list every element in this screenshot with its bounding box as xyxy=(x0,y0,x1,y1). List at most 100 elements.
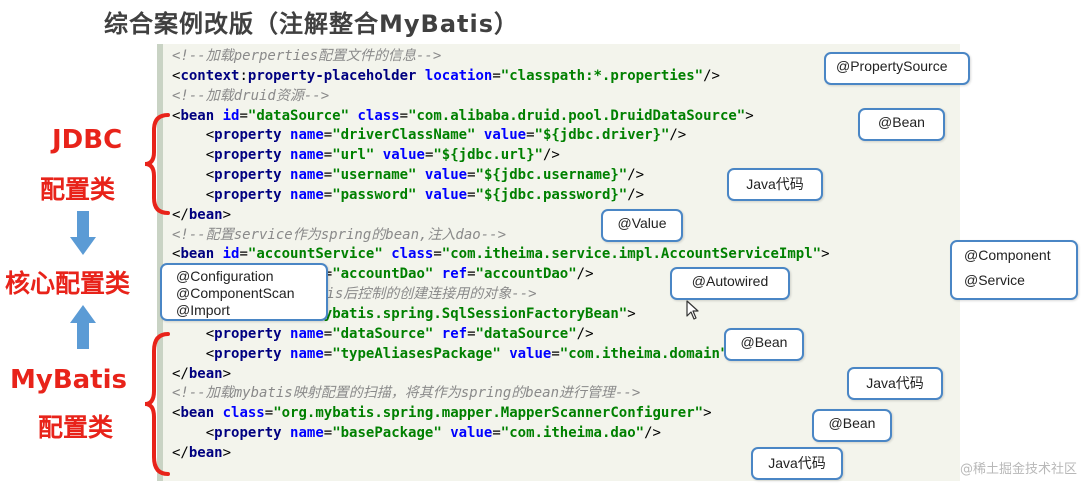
code-token: = xyxy=(323,425,333,442)
code-token: "com.itheima.service.impl.AccountService… xyxy=(441,246,822,263)
code-token: value xyxy=(382,147,425,164)
code-token: /> xyxy=(669,127,687,144)
code-token: /> xyxy=(542,147,560,164)
code-token: = xyxy=(239,246,248,263)
mouse-cursor-icon xyxy=(686,300,699,320)
code-token: /> xyxy=(627,186,645,203)
code-line: <context:property-placeholder location="… xyxy=(172,67,830,87)
code-token: "dataSource" xyxy=(247,107,350,124)
code-line: </bean> xyxy=(172,365,830,385)
code-token: "password" xyxy=(332,186,417,203)
code-token: "com.itheima.domain" xyxy=(559,345,729,362)
arrow-down-icon xyxy=(70,211,96,255)
code-token: > xyxy=(222,365,232,382)
code-token: property xyxy=(214,345,282,362)
code-token: < xyxy=(172,345,215,362)
code-token: "org.mybatis.spring.mapper.MapperScanner… xyxy=(273,405,704,422)
code-token: </ xyxy=(172,206,189,223)
code-token: = xyxy=(323,167,333,184)
code-token: /> xyxy=(576,325,594,342)
code-token: value xyxy=(509,345,552,362)
code-token: "${jdbc.username}" xyxy=(475,167,628,184)
code-line: </bean> xyxy=(172,444,830,464)
code-token: <!--加载druid资源--> xyxy=(172,87,330,104)
bean-callout-sqlsession: @Bean xyxy=(724,328,804,361)
code-line: <!--配置service作为spring的bean,注入dao--> xyxy=(172,226,830,246)
code-token: <!--加载perperties配置文件的信息--> xyxy=(172,48,442,64)
code-line: <property name="url" value="${jdbc.url}"… xyxy=(172,146,830,166)
component-service-callout: @Component @Service xyxy=(950,240,1078,300)
code-token: < xyxy=(172,127,215,144)
code-token: bean xyxy=(188,365,223,382)
code-token: "basePackage" xyxy=(332,425,442,442)
component-scan-annotation: @ComponentScan xyxy=(176,285,295,301)
code-token: "username" xyxy=(332,167,417,184)
code-token: "typeAliasesPackage" xyxy=(332,345,501,362)
code-token: context xyxy=(180,67,240,84)
code-token: property xyxy=(214,186,282,203)
code-token: bean xyxy=(188,206,223,223)
code-token: value xyxy=(450,425,493,442)
code-token: = xyxy=(467,186,476,203)
code-token: name xyxy=(290,147,324,164)
code-line: <!--加载perperties配置文件的信息--> xyxy=(172,47,830,67)
xml-code-block: <!--加载perperties配置文件的信息--> <context:prope… xyxy=(172,47,830,464)
code-token: bean xyxy=(180,107,215,124)
code-token: property xyxy=(214,167,282,184)
code-token: = xyxy=(551,345,560,362)
code-token: = xyxy=(323,127,333,144)
code-token: "driverClassName" xyxy=(332,127,476,144)
jdbc-label: JDBC xyxy=(52,125,123,155)
code-token: = xyxy=(323,345,333,362)
code-line: <property name="driverClassName" value="… xyxy=(172,126,830,146)
code-token: class xyxy=(357,107,400,124)
code-token: </ xyxy=(172,444,189,461)
code-token: id xyxy=(222,246,240,263)
code-token: ref xyxy=(441,266,468,283)
code-token: > xyxy=(703,405,712,422)
code-token: = xyxy=(467,266,476,283)
autowired-callout: @Autowired xyxy=(670,267,790,300)
code-token: = xyxy=(323,186,333,203)
code-token: "accountDao" xyxy=(475,266,577,283)
jdbc-brace xyxy=(144,113,170,215)
code-token: > xyxy=(222,444,232,461)
code-token: > xyxy=(821,246,830,263)
code-token: "classpath:*.properties" xyxy=(500,67,704,84)
mybatis-label: MyBatis xyxy=(10,365,127,395)
code-line: <bean class="org.mybatis.spring.mapper.M… xyxy=(172,404,830,424)
code-token: < xyxy=(172,325,215,342)
code-token: name xyxy=(290,167,324,184)
bean-callout-mapper: @Bean xyxy=(812,409,892,442)
code-token: "dataSource" xyxy=(475,325,577,342)
code-token: property xyxy=(214,425,282,442)
code-token: name xyxy=(290,425,324,442)
configuration-annotation: @Configuration xyxy=(176,268,274,284)
java-code-callout-sqlsession: Java代码 xyxy=(847,367,943,400)
java-code-callout-mapper: Java代码 xyxy=(751,447,843,480)
code-token: value xyxy=(483,127,527,144)
code-token: /> xyxy=(576,266,594,283)
core-config-class-label: 核心配置类 xyxy=(5,269,131,298)
code-token: < xyxy=(172,425,215,442)
value-callout: @Value xyxy=(601,209,683,242)
code-token: = xyxy=(399,107,409,124)
code-token: property xyxy=(214,147,282,164)
code-token: = xyxy=(264,405,274,422)
code-token: property-placeholder xyxy=(247,67,417,84)
code-token: "accountService" xyxy=(247,246,383,263)
arrow-up-icon xyxy=(70,305,96,349)
code-token: name xyxy=(290,325,324,342)
code-line: <bean id="dataSource" class="com.alibaba… xyxy=(172,107,830,127)
code-token: name xyxy=(290,345,324,362)
code-token: < xyxy=(172,167,215,184)
